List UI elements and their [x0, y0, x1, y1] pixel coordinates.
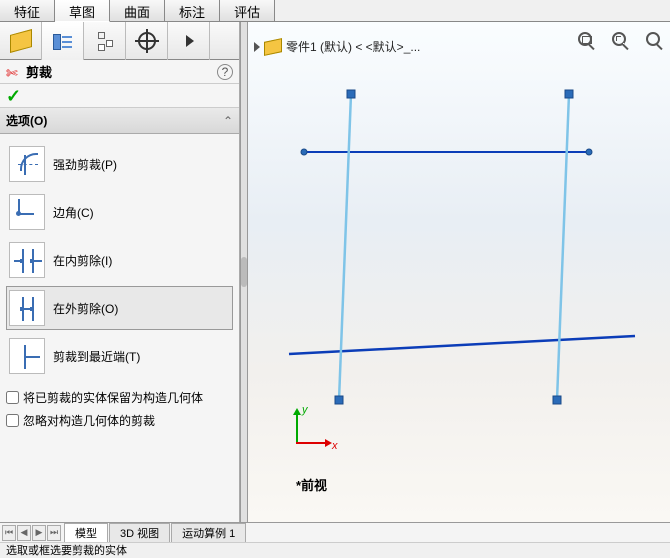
power-trim-icon [9, 146, 45, 182]
command-title: 剪裁 [26, 62, 217, 81]
checkbox-label: 将已剪裁的实体保留为构造几何体 [23, 389, 203, 406]
tab-nav-prev[interactable]: ◀ [17, 525, 31, 541]
sketch-line-v2[interactable] [557, 94, 569, 400]
option-trim-nearest[interactable]: 剪裁到最近端(T) [6, 334, 233, 378]
corner-icon [9, 194, 45, 230]
tab-nav-last[interactable]: ⏭ [47, 525, 61, 541]
tab-annotate[interactable]: 标注 [165, 0, 220, 21]
bottom-tab-bar: ⏮ ◀ ▶ ⏭ 模型 3D 视图 运动算例 1 [0, 522, 670, 542]
panel-splitter[interactable] [240, 22, 248, 522]
sketch-line-v1[interactable] [339, 94, 351, 400]
option-trim-outside[interactable]: 在外剪除(O) [6, 286, 233, 330]
option-power-trim[interactable]: 强劲剪裁(P) [6, 142, 233, 186]
property-manager: ✄ 剪裁 ? ✓ 选项(O) ⌃ 强劲剪裁(P) 边角(C) 在内剪除(I) [0, 22, 240, 522]
handle[interactable] [347, 90, 355, 98]
target-icon [138, 32, 156, 50]
handle[interactable] [553, 396, 561, 404]
handle[interactable] [586, 149, 592, 155]
bottom-tab-3dview[interactable]: 3D 视图 [109, 523, 170, 542]
dim-manager-tab[interactable] [126, 22, 168, 60]
checkbox-keep-construction[interactable]: 将已剪裁的实体保留为构造几何体 [0, 386, 239, 409]
handle[interactable] [335, 396, 343, 404]
ok-button[interactable]: ✓ [6, 86, 21, 106]
property-manager-tab[interactable] [42, 22, 84, 60]
y-axis-icon [296, 414, 298, 444]
collapse-button[interactable]: ⌃ [223, 114, 233, 128]
feature-manager-tab[interactable] [0, 22, 42, 60]
help-button[interactable]: ? [217, 64, 233, 80]
trim-outside-icon [9, 290, 45, 326]
trim-options-list: 强劲剪裁(P) 边角(C) 在内剪除(I) 在外剪除(O) 剪裁到最近端(T) [0, 134, 239, 386]
graphics-area[interactable]: 零件1 (默认) < <默认>_... y x * [248, 22, 670, 522]
keep-construction-input[interactable] [6, 391, 19, 404]
trim-inside-icon [9, 242, 45, 278]
property-icon [53, 32, 73, 50]
overflow-tab[interactable] [168, 22, 210, 60]
arrow-icon [186, 35, 194, 47]
handle[interactable] [565, 90, 573, 98]
config-manager-tab[interactable] [84, 22, 126, 60]
option-label: 强劲剪裁(P) [53, 156, 117, 173]
options-header: 选项(O) [6, 112, 223, 129]
trim-nearest-icon [9, 338, 45, 374]
option-label: 边角(C) [53, 204, 94, 221]
option-label: 在内剪除(I) [53, 252, 112, 269]
ribbon-tabs: 特征 草图 曲面 标注 评估 [0, 0, 670, 22]
y-axis-label: y [302, 404, 308, 416]
scissors-icon: ✄ [6, 65, 22, 79]
tab-nav-first[interactable]: ⏮ [2, 525, 16, 541]
cube-icon [10, 29, 32, 53]
x-axis-icon [296, 442, 326, 444]
handle[interactable] [301, 149, 307, 155]
option-corner[interactable]: 边角(C) [6, 190, 233, 234]
bottom-tab-motion[interactable]: 运动算例 1 [171, 523, 246, 542]
tab-sketch[interactable]: 草图 [55, 0, 110, 22]
option-label: 剪裁到最近端(T) [53, 348, 140, 365]
tree-icon [96, 32, 114, 50]
view-orientation-label: *前视 [296, 475, 327, 494]
tab-nav-next[interactable]: ▶ [32, 525, 46, 541]
sketch-canvas [248, 22, 670, 522]
x-axis-label: x [332, 440, 338, 452]
tab-surface[interactable]: 曲面 [110, 0, 165, 21]
option-label: 在外剪除(O) [53, 300, 118, 317]
option-trim-inside[interactable]: 在内剪除(I) [6, 238, 233, 282]
checkbox-label: 忽略对构造几何体的剪裁 [23, 412, 155, 429]
checkbox-ignore-construction[interactable]: 忽略对构造几何体的剪裁 [0, 409, 239, 432]
status-bar: 选取或框选要剪裁的实体 [0, 542, 670, 558]
tab-evaluate[interactable]: 评估 [220, 0, 275, 21]
manager-tab-strip [0, 22, 239, 60]
tab-feature[interactable]: 特征 [0, 0, 55, 21]
ignore-construction-input[interactable] [6, 414, 19, 427]
bottom-tab-model[interactable]: 模型 [64, 523, 108, 542]
